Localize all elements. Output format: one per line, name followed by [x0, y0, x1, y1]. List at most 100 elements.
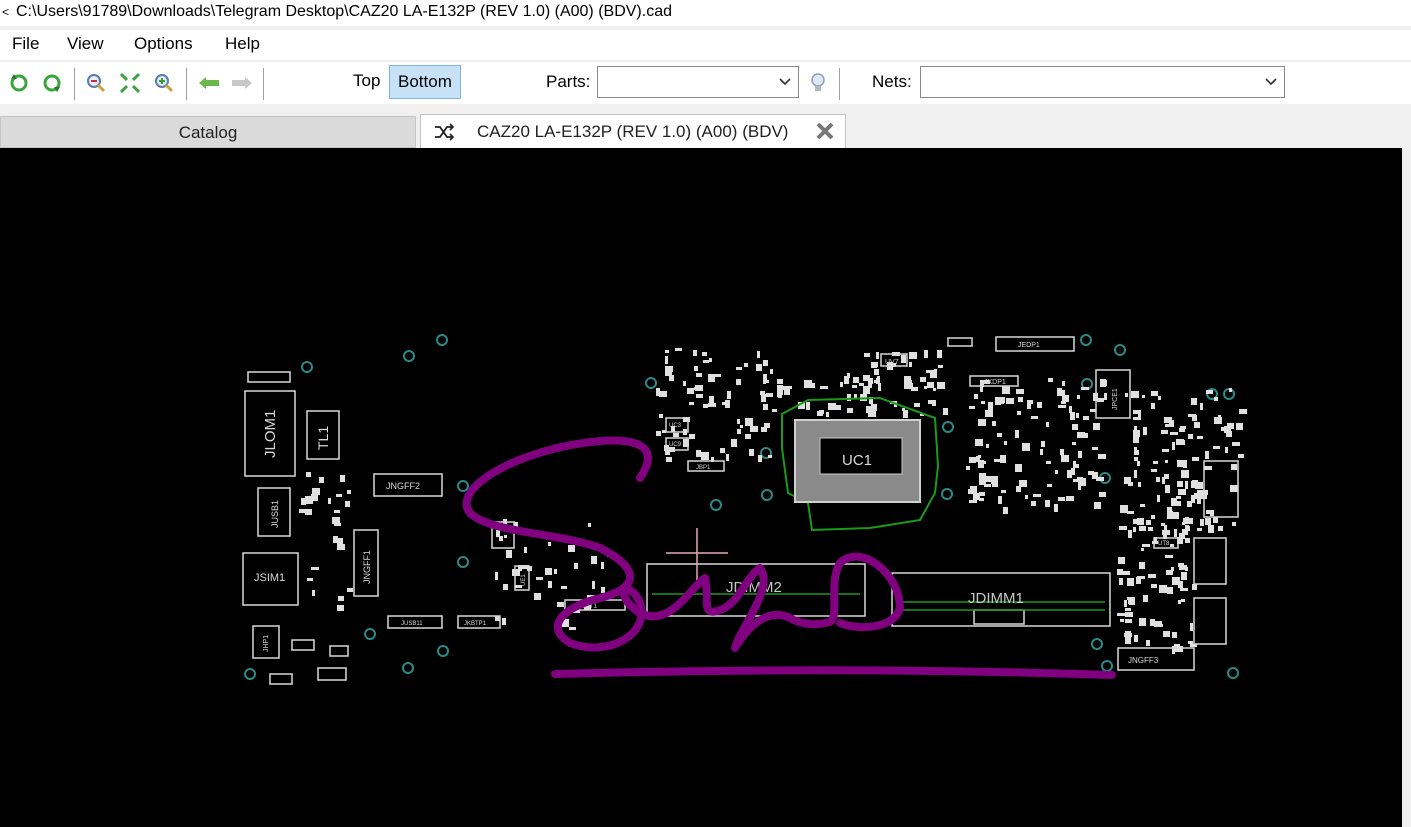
smd-pad	[1133, 430, 1140, 437]
via	[1114, 344, 1126, 356]
smd-pad	[561, 586, 567, 589]
nets-combobox[interactable]	[920, 66, 1285, 98]
smd-pad	[826, 412, 829, 417]
smd-pad	[588, 523, 591, 527]
smd-pad	[1128, 597, 1132, 604]
smd-pad	[1210, 510, 1214, 516]
smd-pad	[1208, 527, 1212, 532]
via	[710, 499, 722, 511]
parts-combobox[interactable]	[597, 66, 799, 98]
smd-pad	[1214, 417, 1222, 424]
smd-pad	[1077, 395, 1080, 399]
tab-board[interactable]: CAZ20 LA-E132P (REV 1.0) (A00) (BDV)	[420, 114, 846, 149]
via	[437, 645, 449, 657]
smd-pad	[1104, 393, 1107, 400]
smd-pad	[727, 391, 731, 399]
smd-pad	[1015, 430, 1019, 438]
label-jhp1: JHP1	[263, 635, 270, 652]
smd-pad	[1172, 577, 1180, 585]
close-icon[interactable]	[815, 121, 835, 141]
smd-pad	[1025, 495, 1028, 499]
side-bottom-button[interactable]: Bottom	[389, 65, 461, 99]
via	[1080, 334, 1092, 346]
smd-pad	[1125, 619, 1132, 623]
smd-pad	[1153, 461, 1158, 464]
smd-pad	[998, 496, 1002, 504]
smd-pad	[536, 577, 543, 580]
smd-pad	[785, 386, 792, 389]
menu-options[interactable]: Options	[134, 34, 193, 54]
tab-catalog[interactable]: Catalog	[0, 116, 416, 148]
smd-pad	[1143, 427, 1147, 435]
smd-pad	[973, 493, 980, 500]
smd-pad	[1099, 492, 1106, 497]
smd-pad	[1192, 415, 1197, 421]
smd-pad	[1058, 405, 1066, 408]
smd-pad	[866, 406, 871, 413]
smd-pad	[1062, 381, 1065, 386]
smd-pad	[1187, 501, 1192, 507]
smd-pad	[1127, 511, 1134, 514]
smd-pad	[1000, 397, 1005, 403]
smd-pad	[345, 501, 350, 507]
smd-pad	[938, 365, 943, 368]
smd-pad	[1146, 640, 1150, 646]
smd-pad	[924, 386, 927, 389]
via	[457, 480, 469, 492]
smd-pad	[1138, 482, 1141, 487]
board-canvas[interactable]: JLOM1 TL1 JUSB1 JSIM1 JHP1 JNGFF2 JNGFF1…	[0, 148, 1402, 827]
zoom-out-icon[interactable]	[83, 70, 109, 96]
smd-pad	[981, 401, 985, 404]
smd-pad	[1165, 424, 1171, 427]
smd-pad	[997, 433, 1002, 437]
smd-pad	[901, 355, 906, 363]
smd-pad	[1133, 519, 1137, 524]
menu-bar: File View Options Help	[0, 30, 1411, 60]
smd-pad	[756, 364, 762, 371]
smd-pad	[1161, 430, 1168, 434]
smd-pad	[311, 567, 319, 570]
menu-file[interactable]: File	[12, 34, 39, 54]
zoom-fit-icon[interactable]	[117, 70, 143, 96]
pcb-board-view[interactable]: JLOM1 TL1 JUSB1 JSIM1 JHP1 JNGFF2 JNGFF1…	[0, 148, 1402, 827]
forward-arrow-icon[interactable]	[229, 70, 255, 96]
side-top-button[interactable]: Top	[345, 65, 388, 97]
smd-pad	[763, 360, 768, 366]
smd-pad	[1088, 471, 1094, 475]
menu-view[interactable]: View	[67, 34, 104, 54]
smd-pad	[988, 402, 993, 410]
rotate-left-icon[interactable]	[6, 70, 32, 96]
smd-pad	[656, 431, 661, 436]
label-jusbh1: JUSB11	[401, 621, 423, 627]
smd-pad	[909, 362, 912, 367]
smd-pad	[1125, 637, 1131, 644]
smd-pad	[761, 427, 767, 432]
smd-pad	[1190, 623, 1193, 631]
vertical-scrollbar[interactable]	[1402, 148, 1411, 827]
smd-pad	[1137, 461, 1140, 466]
smd-pad	[1179, 533, 1185, 539]
smd-pad	[1137, 576, 1145, 579]
smd-pad	[1182, 440, 1185, 445]
smd-pad	[702, 352, 707, 356]
label-jngff1: JNGFF1	[362, 550, 372, 584]
back-arrow-icon[interactable]	[196, 70, 222, 96]
menu-help[interactable]: Help	[225, 34, 260, 54]
rotate-right-icon[interactable]	[39, 70, 65, 96]
smd-pad	[1154, 621, 1162, 627]
smd-pad	[1198, 493, 1201, 500]
smd-pad	[1167, 513, 1171, 519]
smd-pad	[554, 569, 557, 574]
via	[244, 668, 256, 680]
smd-pad	[1016, 389, 1024, 394]
smd-pad	[750, 426, 758, 432]
smd-pad	[1094, 502, 1101, 509]
smd-pad	[1239, 409, 1247, 414]
lightbulb-icon[interactable]	[805, 70, 831, 96]
smd-pad	[1238, 454, 1244, 458]
smd-pad	[778, 393, 782, 398]
zoom-in-icon[interactable]	[151, 70, 177, 96]
smd-pad	[1072, 442, 1076, 445]
via	[301, 361, 313, 373]
smd-pad	[969, 457, 976, 463]
